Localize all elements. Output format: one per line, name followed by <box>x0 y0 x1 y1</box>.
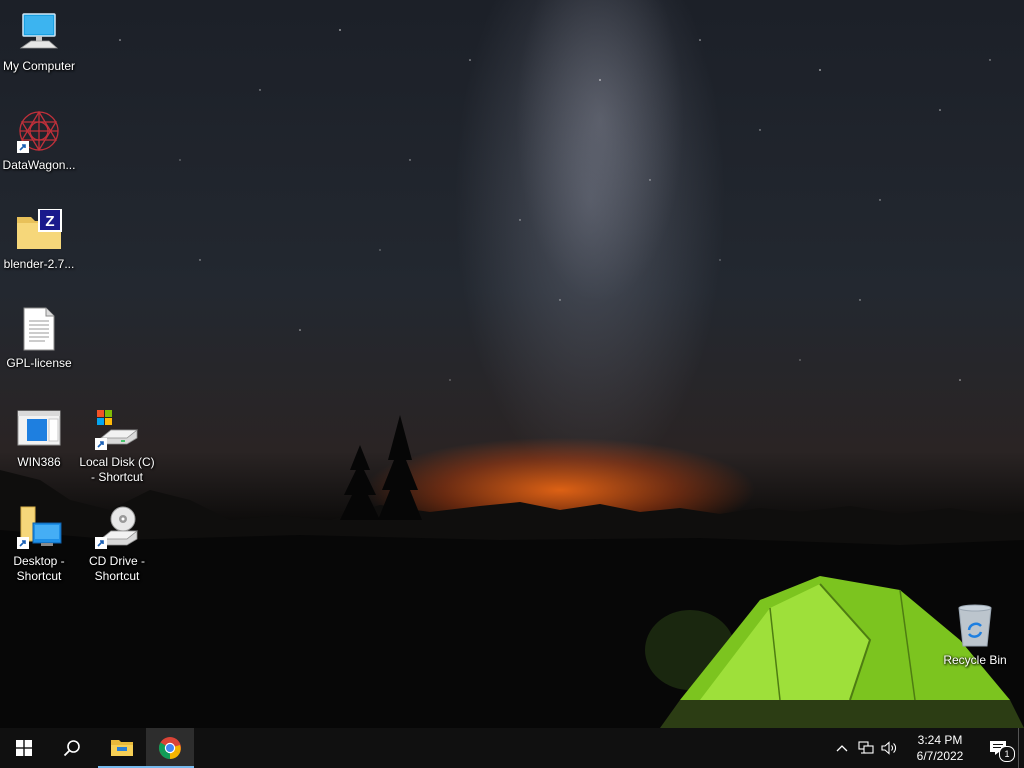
shortcut-arrow-icon <box>17 141 29 153</box>
recycle-bin-icon <box>951 602 999 650</box>
desktop-icon-desktop-shortcut[interactable]: Desktop - Shortcut <box>1 503 77 584</box>
desktop-icon-datawagon[interactable]: DataWagon... <box>1 107 77 173</box>
icon-label: GPL-license <box>6 356 72 370</box>
action-center-button[interactable]: 1 <box>978 728 1018 768</box>
start-button[interactable] <box>0 728 48 768</box>
shortcut-arrow-icon <box>17 537 29 549</box>
clock[interactable]: 3:24 PM 6/7/2022 <box>902 728 978 768</box>
desktop-icon-win386[interactable]: WIN386 <box>1 404 77 470</box>
hard-drive-icon <box>93 404 141 452</box>
taskbar: 3:24 PM 6/7/2022 1 <box>0 728 1024 768</box>
shortcut-arrow-icon <box>95 438 107 450</box>
notification-count-badge: 1 <box>999 746 1015 762</box>
show-desktop-button[interactable] <box>1018 728 1024 768</box>
file-explorer-icon <box>111 740 133 756</box>
icon-label: blender-2.7... <box>3 257 75 271</box>
desktop-icon-my-computer[interactable]: My Computer <box>1 8 77 74</box>
taskbar-file-explorer[interactable] <box>98 728 146 768</box>
icon-label: CD Drive - Shortcut <box>89 554 145 583</box>
volume-button[interactable] <box>878 728 902 768</box>
icon-label: DataWagon... <box>2 158 76 172</box>
search-icon <box>63 740 80 757</box>
taskbar-chrome[interactable] <box>146 728 194 768</box>
icon-label: Desktop - Shortcut <box>13 554 65 583</box>
network-icon <box>858 741 874 754</box>
desktop-icon-gpl-license[interactable]: GPL-license <box>1 305 77 371</box>
system-tray: 3:24 PM 6/7/2022 1 <box>830 728 1024 768</box>
windows-start-icon <box>16 740 32 756</box>
show-hidden-icons-button[interactable] <box>830 728 854 768</box>
desktop-icon-recycle-bin[interactable]: Recycle Bin <box>937 602 1013 668</box>
icon-label: My Computer <box>2 59 76 73</box>
chevron-up-icon <box>836 745 848 752</box>
desktop-icon-local-disk-shortcut[interactable]: Local Disk (C) - Shortcut <box>79 404 155 485</box>
desktop-icon-cd-drive-shortcut[interactable]: CD Drive - Shortcut <box>79 503 155 584</box>
clock-time: 3:24 PM <box>917 733 963 747</box>
icon-label: Local Disk (C) - Shortcut <box>79 455 155 484</box>
icon-label: Recycle Bin <box>943 653 1007 667</box>
text-document-icon <box>15 305 63 353</box>
datawagon-icon <box>15 107 63 155</box>
computer-icon <box>15 8 63 56</box>
zip-folder-icon: Z <box>15 206 63 254</box>
shortcut-arrow-icon <box>95 537 107 549</box>
network-button[interactable] <box>854 728 878 768</box>
chrome-icon <box>159 737 181 759</box>
volume-icon <box>881 741 896 755</box>
clock-date: 6/7/2022 <box>916 749 964 763</box>
search-button[interactable] <box>48 728 96 768</box>
desktop-folder-icon <box>15 503 63 551</box>
cd-drive-icon <box>93 503 141 551</box>
icon-label: WIN386 <box>17 455 61 469</box>
application-window-icon <box>15 404 63 452</box>
desktop-background[interactable]: My Computer DataWagon... Z blender-2.7..… <box>0 0 1024 728</box>
wallpaper-scenery <box>0 29 1024 728</box>
desktop-icon-blender[interactable]: Z blender-2.7... <box>1 206 77 272</box>
svg-text:Z: Z <box>45 213 54 230</box>
